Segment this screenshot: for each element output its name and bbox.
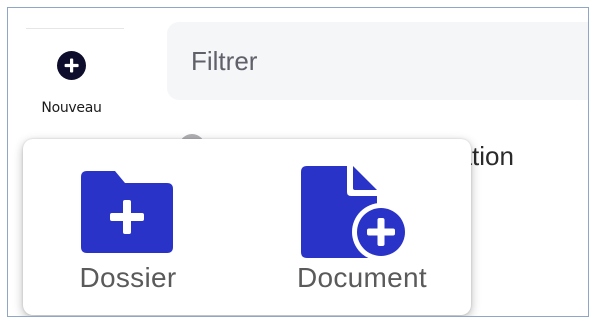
menu-item-folder[interactable]: Dossier [23, 139, 233, 315]
filter-placeholder: Filtrer [191, 46, 258, 76]
app-window: Nouveau Filtrer paration Dossier Docume [7, 7, 589, 317]
menu-item-document-label: Document [296, 262, 427, 293]
new-item-menu: Dossier Document [23, 139, 471, 315]
filter-input[interactable]: Filtrer [167, 22, 588, 100]
plus-circle-icon [57, 51, 86, 80]
menu-item-document[interactable]: Document [253, 139, 471, 315]
new-button-label: Nouveau [41, 100, 102, 116]
folder-plus-icon [81, 171, 173, 253]
menu-item-folder-label: Dossier [79, 262, 177, 293]
new-button[interactable]: Nouveau [25, 40, 125, 128]
document-plus-icon [301, 166, 409, 261]
divider [26, 28, 124, 29]
